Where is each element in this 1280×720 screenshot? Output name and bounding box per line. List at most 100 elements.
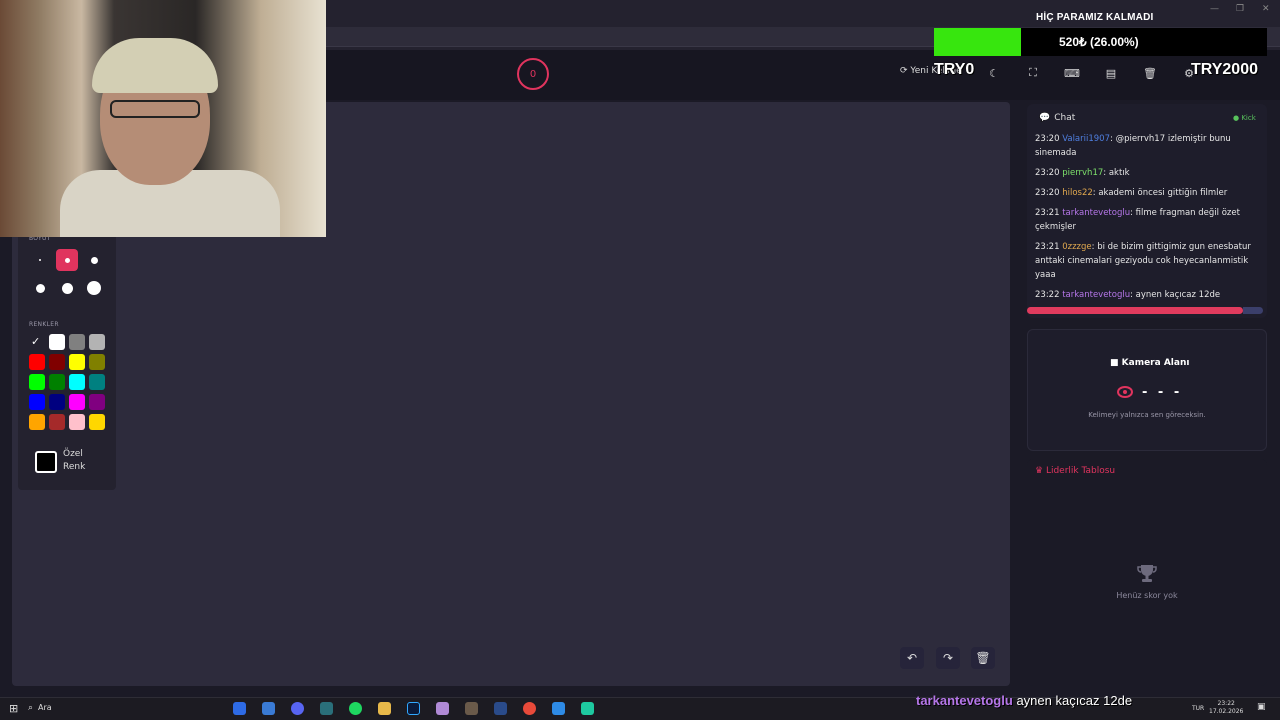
goal-bar-fill [934, 28, 1021, 56]
color-swatch[interactable] [89, 374, 105, 390]
eye-icon [1117, 386, 1133, 398]
redo-icon: ↷ [942, 651, 954, 665]
fullscreen-icon[interactable]: ⛶ [1021, 64, 1045, 82]
chat-ticker: tarkantevetoglu aynen kaçıcaz 12de [916, 693, 1132, 708]
secret-word: - - - [1142, 385, 1183, 400]
notifications-icon[interactable]: ▣ [1257, 702, 1266, 712]
folder-icon[interactable] [378, 702, 391, 715]
app-icon[interactable] [465, 702, 478, 715]
color-swatch[interactable] [89, 414, 105, 430]
chat-username[interactable]: tarkantevetoglu [1062, 208, 1130, 218]
ticker-text: aynen kaçıcaz 12de [1016, 693, 1133, 708]
color-swatch[interactable] [49, 334, 65, 350]
chat-scrollbar-track [1243, 307, 1263, 314]
selected-check-icon: ✓ [31, 335, 41, 348]
photoshop-icon[interactable] [407, 702, 420, 715]
chat-icon: 💬 [1039, 113, 1051, 123]
refresh-icon: ⟳ [900, 66, 908, 76]
app-icon[interactable] [320, 702, 333, 715]
chat-time: 23:20 [1035, 134, 1060, 144]
close-icon[interactable]: ✕ [1262, 4, 1270, 14]
chat-message: 23:20 Valarii1907: @pierrvh17 izlemiştir… [1035, 132, 1263, 160]
clock-date: 17.02.2026 [1209, 708, 1244, 715]
clock[interactable]: 23:22 17.02.2026 [1209, 700, 1243, 716]
color-swatch[interactable] [29, 354, 45, 370]
chat-message: 23:21 tarkantevetoglu: filme fragman değ… [1035, 206, 1263, 234]
language-indicator[interactable]: TUR [1192, 705, 1204, 712]
chat-message: 23:20 pierrvh17: aktık [1035, 166, 1263, 180]
chat-username[interactable]: hilos22 [1062, 188, 1093, 198]
custom-color-label-1: Özel [63, 449, 83, 459]
chat-time: 23:21 [1035, 242, 1060, 252]
brush-size-2[interactable] [56, 249, 78, 271]
chat-text: : akademi öncesi gittiğin filmler [1092, 188, 1228, 198]
taskbar-search[interactable]: Ara [38, 703, 52, 712]
restore-icon[interactable]: ❐ [1236, 4, 1244, 14]
app-icon[interactable] [436, 702, 449, 715]
brush-size-1[interactable] [29, 249, 51, 271]
chat-time: 23:20 [1035, 168, 1060, 178]
clock-time: 23:22 [1217, 700, 1235, 707]
goal-title: HİÇ PARAMIZ KALMADI [1036, 12, 1154, 23]
custom-color-label: Özel Renk [63, 448, 85, 474]
clear-canvas-button[interactable]: 🗑 [971, 647, 995, 669]
color-swatch[interactable] [49, 414, 65, 430]
brush-size-5[interactable] [56, 277, 78, 299]
color-swatch[interactable] [69, 414, 85, 430]
brush-size-4[interactable] [29, 277, 51, 299]
files-icon[interactable] [262, 702, 275, 715]
app-icon[interactable] [494, 702, 507, 715]
goal-min-label: TRY0 [934, 61, 975, 78]
keyboard-icon[interactable]: ⌨ [1060, 64, 1084, 82]
color-swatch[interactable] [89, 354, 105, 370]
brush-size-3[interactable] [83, 249, 105, 271]
goal-bar-track [1021, 28, 1267, 56]
leaderboard-title: ♛ Liderlik Tablosu [1035, 466, 1115, 476]
color-swatch[interactable] [69, 394, 85, 410]
brush-size-6[interactable] [83, 277, 105, 299]
chat-scrollbar[interactable] [1027, 307, 1243, 314]
chat-message: 23:20 hilos22: akademi öncesi gittiğin f… [1035, 186, 1263, 200]
custom-color-label-2: Renk [63, 462, 86, 472]
chat-username[interactable]: tarkantevetoglu [1062, 290, 1130, 300]
chat-message: 23:22 tarkantevetoglu: aynen kaçıcaz 12d… [1035, 288, 1263, 302]
minimize-icon[interactable]: — [1210, 4, 1219, 14]
archive-icon[interactable]: ▤ [1099, 64, 1123, 82]
color-swatch[interactable] [49, 354, 65, 370]
color-swatch[interactable] [89, 394, 105, 410]
chat-time: 23:20 [1035, 188, 1060, 198]
edge-icon[interactable] [233, 702, 246, 715]
color-swatch[interactable] [69, 334, 85, 350]
spotify-icon[interactable] [349, 702, 362, 715]
app-icon[interactable] [552, 702, 565, 715]
moon-icon[interactable]: ☾ [982, 64, 1006, 82]
chat-header: 💬 Chat [1039, 113, 1075, 123]
color-swatch[interactable] [29, 414, 45, 430]
trash-icon[interactable]: 🗑 [1138, 64, 1162, 82]
color-swatch[interactable] [49, 374, 65, 390]
goal-amount: 520₺ (26.00%) [1059, 35, 1139, 49]
color-swatch[interactable] [29, 394, 45, 410]
color-swatch[interactable] [29, 374, 45, 390]
redo-button[interactable]: ↷ [936, 647, 960, 669]
chat-username[interactable]: 0zzzge [1062, 242, 1091, 252]
color-swatch[interactable] [69, 354, 85, 370]
chat-time: 23:22 [1035, 290, 1060, 300]
round-timer: 0 [517, 58, 549, 90]
search-icon: ⌕ [28, 703, 34, 713]
color-swatch[interactable] [89, 334, 105, 350]
video-camera-icon: ■ [1110, 358, 1119, 368]
undo-button[interactable]: ↶ [900, 647, 924, 669]
color-swatch[interactable] [69, 374, 85, 390]
leaderboard-empty: Henüz skor yok [1116, 591, 1178, 600]
app-icon[interactable] [581, 702, 594, 715]
chrome-icon[interactable] [523, 702, 536, 715]
custom-color-button[interactable] [35, 451, 57, 473]
chat-username[interactable]: Valarii1907 [1062, 134, 1110, 144]
windows-start-icon[interactable]: ⊞ [9, 702, 18, 715]
chat-text: : aktık [1103, 168, 1130, 178]
platform-badge: ● Kick [1233, 114, 1256, 122]
chat-username[interactable]: pierrvh17 [1062, 168, 1103, 178]
discord-icon[interactable] [291, 702, 304, 715]
color-swatch[interactable] [49, 394, 65, 410]
